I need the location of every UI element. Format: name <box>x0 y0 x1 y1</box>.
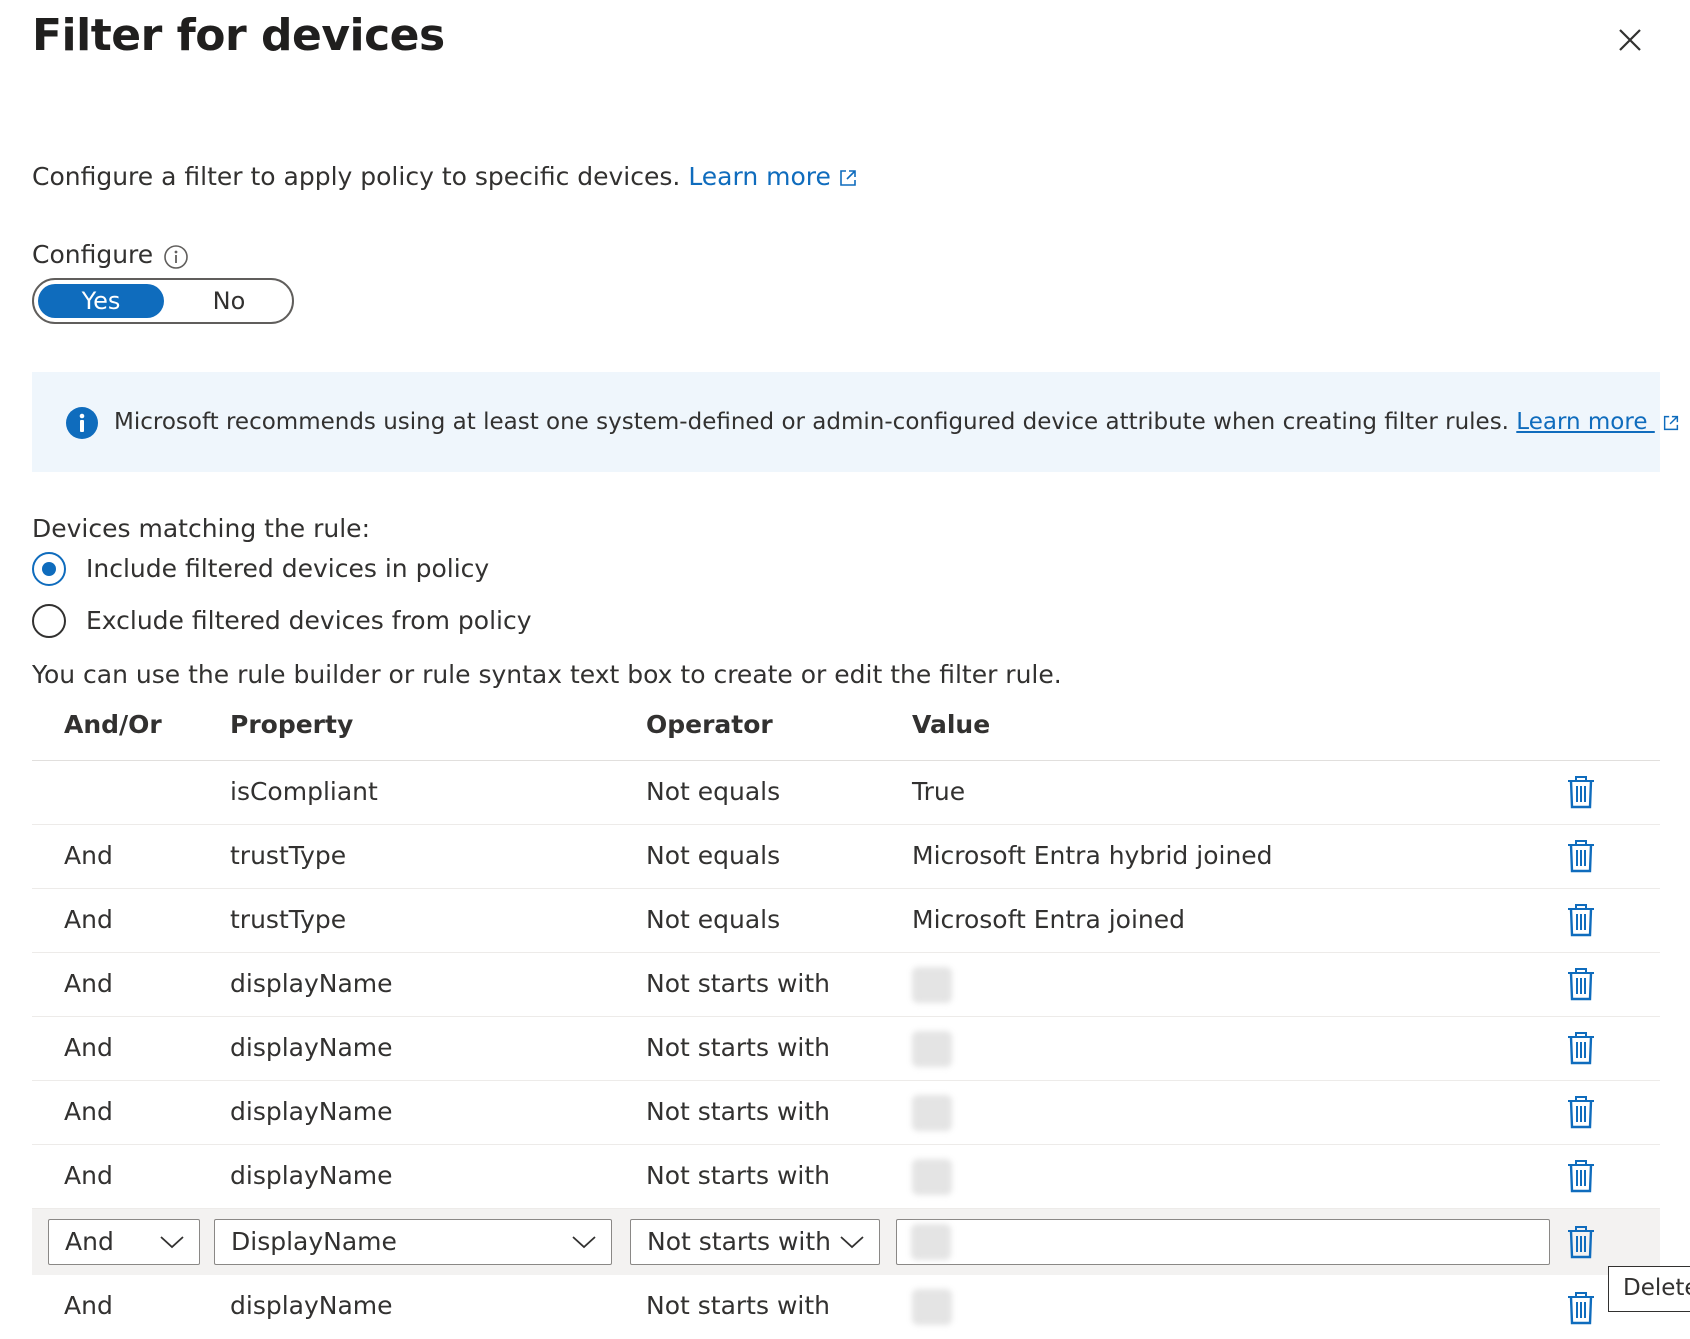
value-input[interactable] <box>896 1219 1550 1265</box>
chevron-down-icon <box>572 1236 596 1249</box>
cell-andor: And <box>64 1161 113 1190</box>
cell-property: trustType <box>230 905 347 934</box>
matching-label: Devices matching the rule: <box>32 514 370 543</box>
cell-operator: Not equals <box>646 777 781 806</box>
col-header-value: Value <box>912 710 991 739</box>
property-dropdown-value: DisplayName <box>231 1227 397 1256</box>
cell-property: displayName <box>230 969 393 998</box>
cell-value: True <box>912 777 966 806</box>
close-icon[interactable] <box>1612 22 1648 58</box>
external-link-icon <box>840 170 856 186</box>
redacted-value <box>912 1159 952 1195</box>
cell-andor: And <box>64 905 113 934</box>
intro-text: Configure a filter to apply policy to sp… <box>32 162 859 191</box>
banner-text: Microsoft recommends using at least one … <box>114 409 1681 435</box>
cell-property: displayName <box>230 1033 393 1062</box>
cell-andor: And <box>64 841 113 870</box>
radio-exclude-circle[interactable] <box>32 604 66 638</box>
radio-include-circle[interactable] <box>32 552 66 586</box>
cell-property: trustType <box>230 841 347 870</box>
cell-andor: And <box>64 1291 113 1320</box>
toggle-yes[interactable]: Yes <box>38 284 164 318</box>
cell-property: isCompliant <box>230 777 378 806</box>
cell-operator: Not equals <box>646 905 781 934</box>
panel-title: Filter for devices <box>32 10 445 61</box>
cell-operator: Not starts with <box>646 1033 830 1062</box>
info-icon[interactable] <box>163 244 189 270</box>
table-row: And displayName Not starts with <box>32 1275 1660 1339</box>
cell-operator: Not starts with <box>646 1097 830 1126</box>
andor-dropdown[interactable]: And <box>48 1219 200 1265</box>
redacted-value <box>912 967 952 1003</box>
cell-operator: Not starts with <box>646 1161 830 1190</box>
cell-andor: And <box>64 969 113 998</box>
trash-icon[interactable] <box>1566 903 1596 937</box>
table-row: And displayName Not starts with <box>32 1145 1660 1209</box>
cell-andor: And <box>64 1097 113 1126</box>
redacted-value <box>911 1224 951 1260</box>
redacted-value <box>912 1095 952 1131</box>
cell-operator: Not starts with <box>646 969 830 998</box>
learn-more-link[interactable]: Learn more <box>688 162 831 191</box>
banner-learn-more-link[interactable]: Learn more <box>1516 409 1654 435</box>
col-header-property: Property <box>230 710 354 739</box>
cell-andor: And <box>64 1033 113 1062</box>
operator-dropdown-value: Not starts with <box>647 1227 831 1256</box>
redacted-value <box>912 1031 952 1067</box>
radio-include-label: Include filtered devices in policy <box>86 554 490 583</box>
operator-dropdown[interactable]: Not starts with <box>630 1219 880 1265</box>
info-filled-icon <box>66 407 98 439</box>
chevron-down-icon <box>840 1236 864 1249</box>
cell-property: displayName <box>230 1097 393 1126</box>
trash-icon[interactable] <box>1566 1159 1596 1193</box>
cell-property: displayName <box>230 1161 393 1190</box>
external-link-icon <box>1663 415 1678 430</box>
trash-icon[interactable] <box>1566 839 1596 873</box>
table-row: And displayName Not starts with <box>32 1081 1660 1145</box>
info-banner: Microsoft recommends using at least one … <box>32 372 1678 472</box>
configure-toggle[interactable]: Yes No <box>32 278 294 324</box>
table-row: And trustType Not equals Microsoft Entra… <box>32 889 1660 953</box>
col-header-operator: Operator <box>646 710 773 739</box>
col-header-andor: And/Or <box>64 710 162 739</box>
cell-value: Microsoft Entra hybrid joined <box>912 841 1273 870</box>
toggle-no[interactable]: No <box>174 284 284 318</box>
table-row: isCompliant Not equals True <box>32 761 1660 825</box>
redacted-value <box>912 1289 952 1325</box>
chevron-down-icon <box>160 1236 184 1249</box>
trash-icon[interactable] <box>1566 967 1596 1001</box>
trash-icon[interactable] <box>1566 1291 1596 1325</box>
andor-dropdown-value: And <box>65 1227 114 1256</box>
cell-value: Microsoft Entra joined <box>912 905 1185 934</box>
property-dropdown[interactable]: DisplayName <box>214 1219 612 1265</box>
cell-operator: Not equals <box>646 841 781 870</box>
table-row-editing: And DisplayName Not starts with <box>32 1209 1660 1275</box>
cell-property: displayName <box>230 1291 393 1320</box>
rule-hint: You can use the rule builder or rule syn… <box>32 660 1062 689</box>
trash-icon[interactable] <box>1566 1225 1596 1259</box>
trash-icon[interactable] <box>1566 775 1596 809</box>
table-row: And displayName Not starts with <box>32 953 1660 1017</box>
table-row: And trustType Not equals Microsoft Entra… <box>32 825 1660 889</box>
configure-label: Configure <box>32 240 154 269</box>
delete-tooltip: Delete <box>1608 1266 1690 1312</box>
radio-exclude-label: Exclude filtered devices from policy <box>86 606 532 635</box>
trash-icon[interactable] <box>1566 1095 1596 1129</box>
table-row: And displayName Not starts with <box>32 1017 1660 1081</box>
trash-icon[interactable] <box>1566 1031 1596 1065</box>
cell-operator: Not starts with <box>646 1291 830 1320</box>
